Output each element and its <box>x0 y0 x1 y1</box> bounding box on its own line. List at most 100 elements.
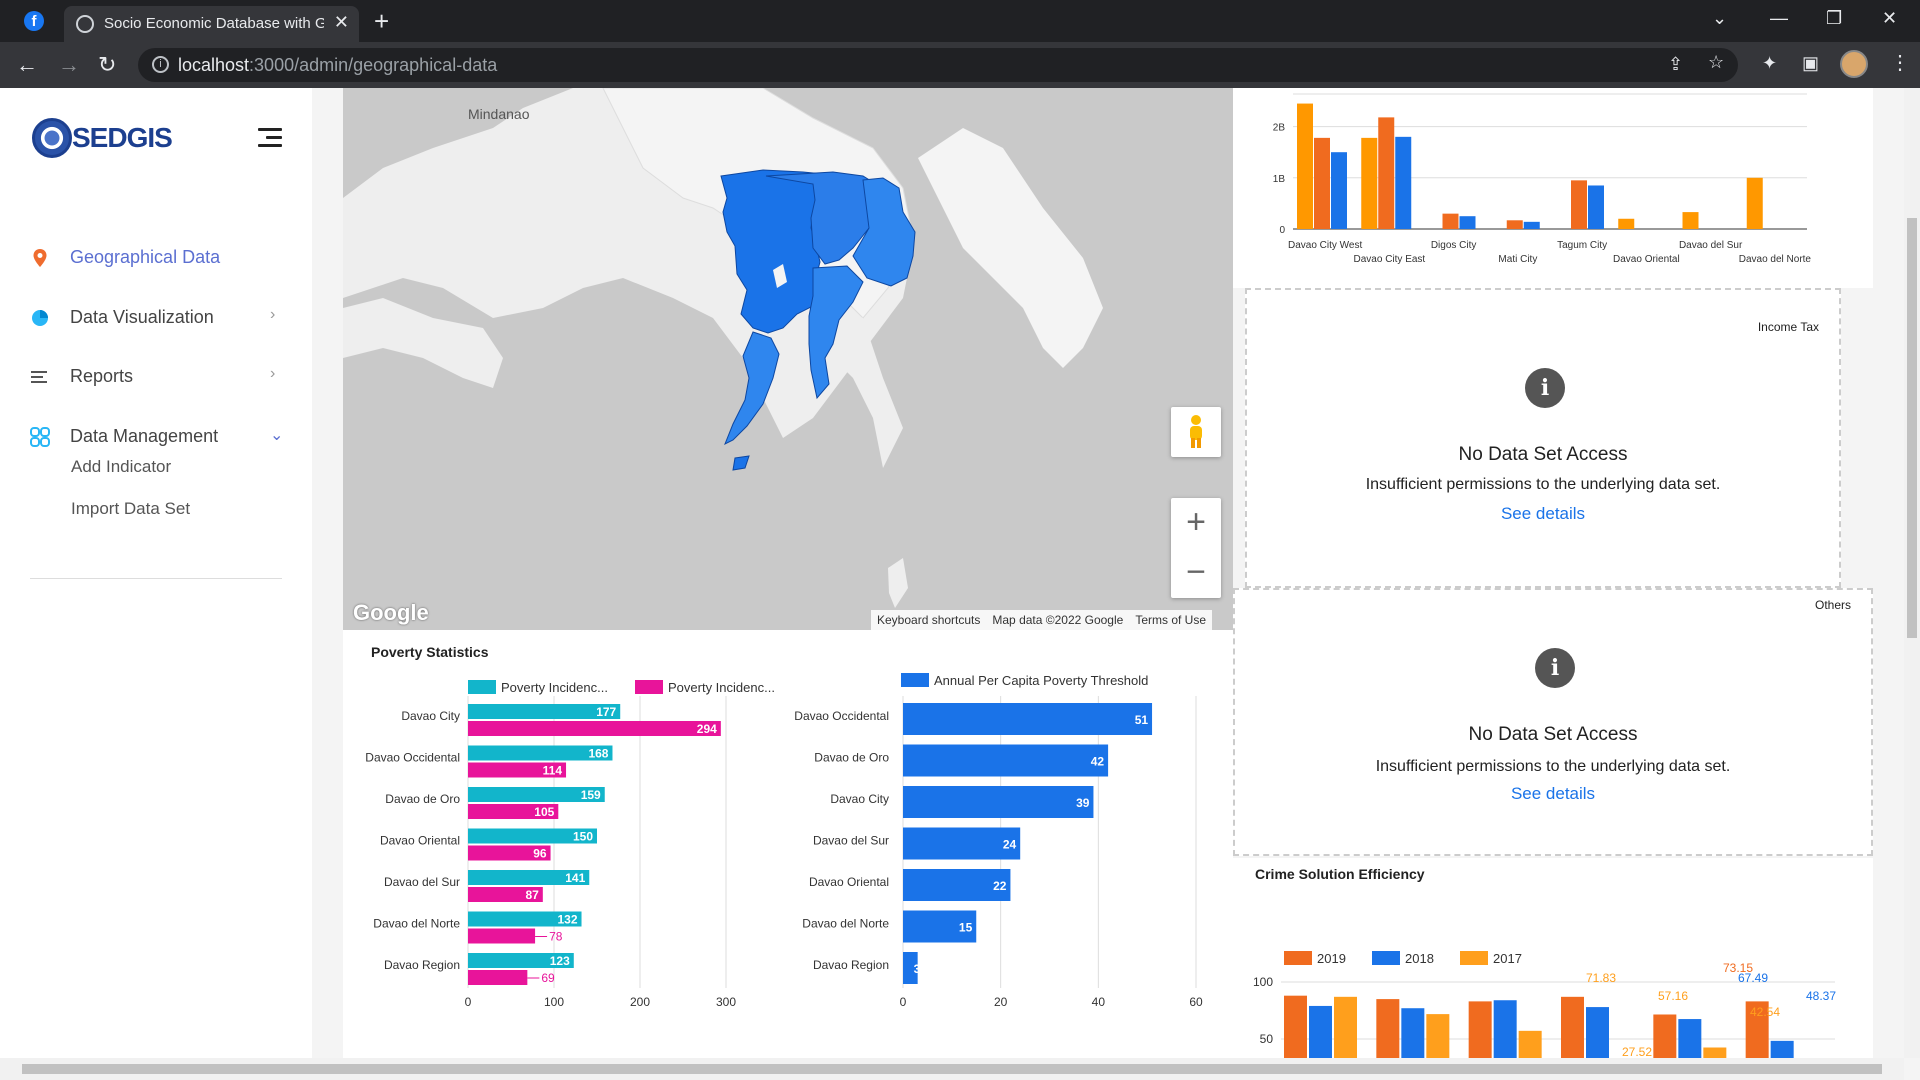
browser-menu-icon[interactable]: ⋮ <box>1890 50 1910 75</box>
x-tick-label: Tagum City <box>1557 240 1607 251</box>
crime-chart: 501002019 2018 201773.1567.4971.8357.1627.… <box>1253 951 1836 1058</box>
category-label: Davao Oriental <box>380 834 460 848</box>
info-icon: i <box>1535 648 1575 688</box>
data-label: 69 <box>541 971 555 985</box>
extensions-icon[interactable]: ✦ <box>1762 53 1777 74</box>
data-label: 168 <box>588 747 608 761</box>
tab-search-icon[interactable]: ⌄ <box>1712 8 1727 29</box>
reload-icon[interactable]: ↻ <box>98 52 116 78</box>
sidebar-item-label: Data Management <box>70 426 219 446</box>
bookmark-star-icon[interactable]: ☆ <box>1708 52 1724 73</box>
bar <box>1297 103 1313 229</box>
data-label: 294 <box>697 722 717 736</box>
sidebar-subitem-add-indicator[interactable]: Add Indicator <box>71 457 171 477</box>
brand-name[interactable]: SEDGIS <box>72 122 173 154</box>
x-tick-label: Digos City <box>1431 240 1477 251</box>
horizontal-scrollbar[interactable] <box>0 1058 1904 1080</box>
url-path: :3000/admin/geographical-data <box>249 55 498 75</box>
sidebar-item-data-visualization[interactable]: Data Visualization › <box>0 298 312 338</box>
bar <box>1653 1014 1677 1058</box>
sidebar-subitem-import-data-set[interactable]: Import Data Set <box>71 499 190 519</box>
close-tab-icon[interactable]: ✕ <box>334 12 349 33</box>
poverty-charts: 0 100 200 300Poverty Incidenc... Poverty Inc… <box>365 673 1203 1009</box>
minimize-icon[interactable]: — <box>1770 8 1788 29</box>
legend-label: 2018 <box>1405 951 1434 966</box>
zoom-in-button[interactable]: + <box>1171 498 1221 548</box>
y-tick-label: 100 <box>1253 975 1273 989</box>
site-info-icon[interactable]: i <box>152 56 169 73</box>
address-bar[interactable]: i localhost:3000/admin/geographical-data… <box>138 48 1738 82</box>
bar <box>1442 213 1459 229</box>
category-label: Davao del Norte <box>802 917 889 931</box>
x-tick-label: Davao Oriental <box>1613 254 1680 265</box>
share-icon[interactable]: ⇪ <box>1668 54 1683 75</box>
zoom-controls: + − <box>1171 498 1221 598</box>
new-tab-icon[interactable]: + <box>374 6 389 37</box>
poverty-statistics-panel: Poverty Statistics 0 100 200 300 Poverty Inc… <box>343 630 1233 1058</box>
street-view-pegman-icon[interactable] <box>1171 407 1221 457</box>
browser-tab[interactable]: Socio Economic Database with G ✕ <box>64 6 359 42</box>
side-panel-icon[interactable]: ▣ <box>1802 53 1819 74</box>
facebook-tab-icon[interactable]: f <box>24 11 44 31</box>
location-pin-icon <box>33 249 47 267</box>
back-icon[interactable]: ← <box>16 52 38 78</box>
data-label: 71.83 <box>1586 971 1616 985</box>
data-label: 159 <box>581 788 601 802</box>
see-details-link[interactable]: See details <box>1247 504 1839 524</box>
bar <box>1571 180 1587 229</box>
sidebar-item-geographical-data[interactable]: Geographical Data <box>0 238 312 278</box>
url-host: localhost <box>178 55 250 75</box>
data-label: 27.52 <box>1622 1045 1652 1058</box>
y-tick-label: 0 <box>1279 225 1285 236</box>
x-tick-label: Mati City <box>1498 254 1537 265</box>
data-label: 48.37 <box>1806 989 1836 1003</box>
geo-map[interactable]: Mindanao Google Keyboard shortcuts Map da… <box>343 88 1233 630</box>
scrollbar-thumb[interactable] <box>1907 218 1917 638</box>
card-tag: Others <box>1814 598 1851 612</box>
forward-icon[interactable]: → <box>58 52 80 78</box>
hamburger-menu-icon[interactable] <box>258 128 282 152</box>
data-label: 39 <box>1076 796 1090 810</box>
legend-swatch <box>635 680 663 694</box>
bar <box>468 721 721 736</box>
sidebar-item-label: Geographical Data <box>70 247 221 267</box>
keyboard-shortcuts-link[interactable]: Keyboard shortcuts <box>871 610 986 630</box>
bar <box>1618 218 1635 229</box>
category-label: Davao City <box>830 792 889 806</box>
x-tick-label: 100 <box>544 995 564 1009</box>
google-logo[interactable]: Google <box>353 600 429 626</box>
y-tick-label: 2B <box>1273 123 1286 134</box>
see-details-link[interactable]: See details <box>1235 784 1871 804</box>
bar <box>1682 212 1699 229</box>
x-tick-label: 0 <box>465 995 472 1009</box>
y-tick-label: 1B <box>1273 174 1286 185</box>
sidebar-item-data-management[interactable]: Data Management ⌄ <box>0 417 312 457</box>
x-tick-label: Davao City West <box>1288 240 1363 251</box>
x-tick-label: 40 <box>1092 995 1106 1009</box>
profile-avatar[interactable] <box>1840 50 1868 78</box>
maximize-icon[interactable]: ❐ <box>1826 8 1842 29</box>
bar <box>1586 1007 1609 1058</box>
category-label: Davao de Oro <box>385 792 460 806</box>
browser-titlebar: f Socio Economic Database with G ✕ + ⌄ —… <box>0 0 1920 42</box>
zoom-out-button[interactable]: − <box>1171 548 1221 598</box>
close-window-icon[interactable]: ✕ <box>1882 8 1897 29</box>
x-tick-label: Davao del Sur <box>1679 240 1743 251</box>
category-label: Davao Oriental <box>809 875 889 889</box>
sidebar-item-label: Data Visualization <box>70 307 214 327</box>
sedgis-logo-icon[interactable] <box>32 118 72 158</box>
vertical-scrollbar[interactable] <box>1904 88 1920 1058</box>
x-tick-label: 300 <box>716 995 736 1009</box>
bar <box>1284 995 1307 1058</box>
card-message: Insufficient permissions to the underlyi… <box>1365 476 1721 493</box>
bar <box>903 744 1109 777</box>
sidebar-item-reports[interactable]: Reports › <box>0 357 312 397</box>
scrollbar-thumb[interactable] <box>22 1064 1882 1074</box>
y-tick-label: 50 <box>1260 1032 1274 1046</box>
terms-of-use-link[interactable]: Terms of Use <box>1129 610 1212 630</box>
map-canvas[interactable] <box>343 88 1233 630</box>
legend-swatch <box>1460 951 1488 965</box>
data-label: 123 <box>550 954 570 968</box>
category-label: Davao City <box>401 709 460 723</box>
browser-toolbar: ← → ↻ i localhost:3000/admin/geographica… <box>0 42 1920 88</box>
